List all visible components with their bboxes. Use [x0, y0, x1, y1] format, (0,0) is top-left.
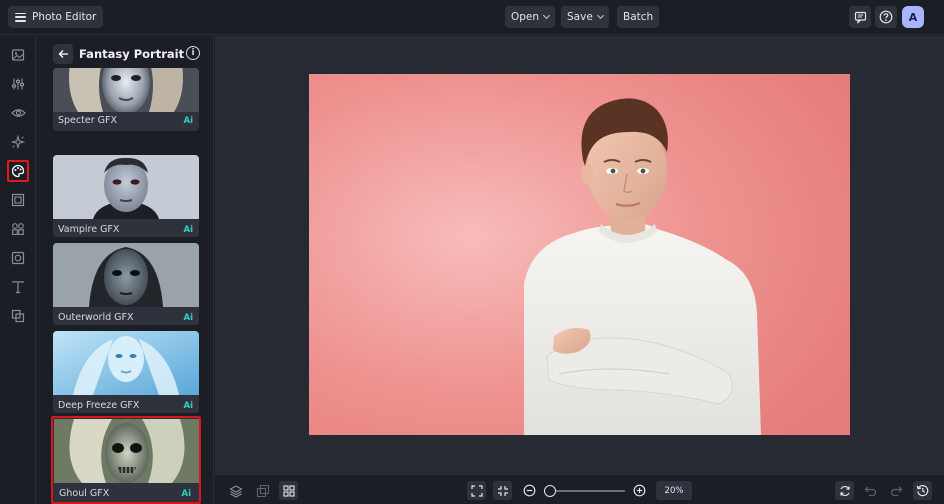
compare-icon	[256, 484, 269, 497]
palette-icon	[11, 164, 25, 178]
menu-button[interactable]: Photo Editor	[8, 6, 104, 28]
zoom-slider-track[interactable]	[550, 490, 625, 492]
text-icon	[12, 281, 24, 294]
effect-label: Outerworld GFX	[58, 312, 134, 323]
undo-button[interactable]	[861, 481, 880, 500]
sparkle-icon	[11, 135, 25, 149]
effect-card-deep-freeze[interactable]: Deep Freeze GFX Ai	[53, 331, 199, 413]
expand-icon	[470, 484, 483, 497]
redo-icon	[890, 486, 903, 496]
top-bar: Photo Editor Open Save Batch A	[0, 0, 944, 35]
effects-panel: Fantasy Portrait i Specter GFX Ai Vampir…	[37, 36, 214, 504]
rail-sparkle-button[interactable]	[7, 131, 29, 153]
rail-adjust-button[interactable]	[7, 73, 29, 95]
hamburger-icon	[15, 12, 26, 22]
rail-texture-button[interactable]	[7, 247, 29, 269]
redo-button[interactable]	[887, 481, 906, 500]
zoom-slider-handle[interactable]	[544, 485, 556, 497]
effect-thumbnail	[54, 419, 199, 483]
ai-badge: Ai	[183, 225, 194, 235]
grid-icon	[282, 484, 295, 497]
rail-frame-button[interactable]	[7, 189, 29, 211]
rotate-button[interactable]	[835, 481, 854, 500]
save-label: Save	[567, 11, 593, 23]
chevron-down-icon	[596, 11, 604, 20]
effect-card-ghoul[interactable]: Ghoul GFX Ai	[51, 416, 201, 504]
effect-thumbnail	[53, 331, 199, 395]
save-button[interactable]: Save	[561, 6, 609, 28]
help-button[interactable]	[875, 6, 897, 28]
actual-size-button[interactable]	[493, 481, 512, 500]
panel-header: Fantasy Portrait i	[37, 36, 213, 71]
canvas-workspace	[215, 36, 944, 474]
info-icon[interactable]: i	[186, 46, 200, 60]
zoom-in-button[interactable]	[630, 481, 649, 500]
rail-palette-button[interactable]	[7, 160, 29, 182]
rail-image-button[interactable]	[7, 44, 29, 66]
texture-icon	[11, 251, 25, 265]
avatar[interactable]: A	[902, 6, 924, 28]
ai-badge: Ai	[183, 401, 194, 411]
rail-overlay-button[interactable]	[7, 305, 29, 327]
comment-icon	[854, 11, 866, 24]
undo-icon	[864, 486, 877, 496]
frame-icon	[11, 193, 25, 207]
eye-icon	[10, 109, 26, 117]
rail-eye-button[interactable]	[7, 102, 29, 124]
tool-rail	[0, 36, 36, 504]
help-icon	[879, 10, 893, 24]
app-title: Photo Editor	[32, 11, 97, 23]
arrow-left-icon	[58, 50, 68, 58]
rail-elements-button[interactable]	[7, 218, 29, 240]
grid-button[interactable]	[279, 481, 298, 500]
effect-thumbnail	[53, 243, 199, 307]
batch-label: Batch	[623, 11, 654, 23]
effect-label: Vampire GFX	[58, 224, 120, 235]
ai-badge: Ai	[183, 313, 194, 323]
layers-button[interactable]	[226, 481, 245, 500]
portrait-photo	[309, 74, 850, 435]
chevron-down-icon	[543, 11, 551, 20]
effect-thumbnail	[53, 68, 199, 112]
effect-label: Deep Freeze GFX	[58, 400, 140, 411]
bottom-toolbar: 20%	[215, 474, 944, 504]
panel-title: Fantasy Portrait	[79, 47, 185, 61]
history-button[interactable]	[913, 481, 932, 500]
fit-screen-button[interactable]	[467, 481, 486, 500]
effect-card-specter[interactable]: Specter GFX Ai	[53, 68, 199, 131]
open-label: Open	[511, 11, 540, 23]
batch-button[interactable]: Batch	[617, 6, 660, 28]
minus-circle-icon	[523, 484, 536, 497]
image-icon	[11, 49, 25, 61]
effect-card-outerworld[interactable]: Outerworld GFX Ai	[53, 243, 199, 325]
feedback-button[interactable]	[849, 6, 871, 28]
effect-label: Specter GFX	[58, 115, 117, 126]
plus-circle-icon	[633, 484, 646, 497]
effect-card-vampire[interactable]: Vampire GFX Ai	[53, 155, 199, 237]
rail-text-button[interactable]	[7, 276, 29, 298]
elements-icon	[12, 223, 24, 235]
effect-label: Ghoul GFX	[59, 488, 110, 499]
refresh-icon	[839, 485, 850, 496]
zoom-level[interactable]: 20%	[656, 481, 692, 500]
effect-thumbnail	[53, 155, 199, 219]
open-button[interactable]: Open	[505, 6, 556, 28]
ai-badge: Ai	[181, 489, 192, 499]
overlay-icon	[11, 309, 25, 323]
back-button[interactable]	[53, 44, 73, 64]
compare-button[interactable]	[253, 481, 272, 500]
zoom-out-button[interactable]	[520, 481, 539, 500]
collapse-icon	[497, 485, 508, 496]
ai-badge: Ai	[183, 116, 194, 126]
photo-canvas[interactable]	[309, 74, 850, 435]
history-icon	[916, 485, 929, 497]
layers-icon	[228, 484, 243, 498]
adjust-icon	[11, 78, 25, 90]
